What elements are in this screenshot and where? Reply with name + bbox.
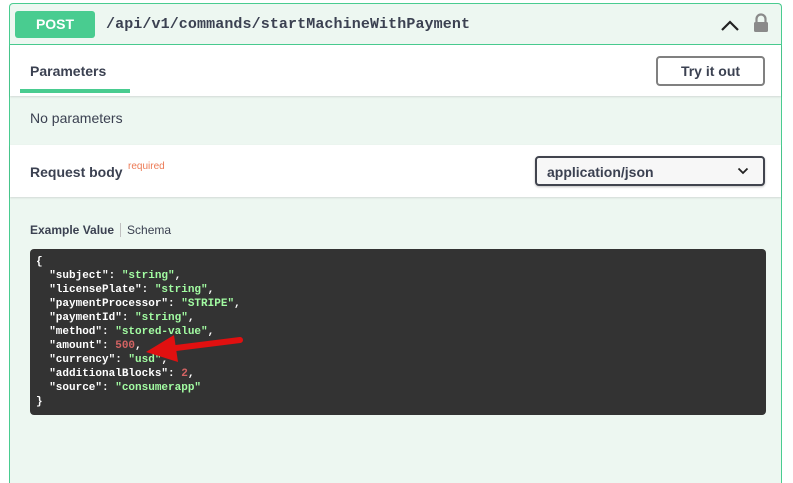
json-value: 500: [115, 340, 136, 352]
code-line: "subject": "string",: [49, 270, 182, 282]
tab-example-value[interactable]: Example Value: [30, 223, 120, 237]
json-key: "paymentId": [49, 312, 122, 324]
json-key: "licensePlate": [49, 284, 142, 296]
json-key: "subject": [49, 270, 109, 282]
json-value: "string": [154, 284, 208, 296]
tab-schema[interactable]: Schema: [121, 223, 171, 237]
code-line: "paymentProcessor": "STRIPE",: [49, 298, 241, 310]
json-key: "source": [49, 382, 103, 394]
json-comma: ,: [234, 298, 241, 310]
content-type-select[interactable]: application/json: [535, 156, 765, 186]
code-line-open: {: [36, 255, 760, 269]
example-tabs: Example Value Schema: [30, 223, 171, 237]
request-body-header: Request body required application/json: [10, 145, 781, 197]
json-value: "string": [135, 312, 188, 324]
close-brace: }: [36, 396, 43, 408]
json-value: "string": [121, 270, 175, 282]
endpoint-path: /api/v1/commands/startMachineWithPayment: [106, 16, 471, 33]
code-line: "source": "consumerapp": [49, 382, 202, 394]
open-brace: {: [36, 256, 43, 268]
active-tab-indicator: [20, 89, 130, 93]
chevron-down-icon: [737, 167, 749, 175]
operation-block: POST /api/v1/commands/startMachineWithPa…: [9, 3, 782, 483]
json-key: "additionalBlocks": [49, 368, 169, 380]
json-comma: ,: [187, 312, 195, 324]
chevron-up-icon[interactable]: [718, 15, 742, 35]
red-arrow-icon: [146, 335, 243, 362]
code-line: "paymentId": "string",: [49, 312, 195, 324]
json-key: "amount": [49, 340, 103, 352]
json-value: 2: [181, 368, 188, 380]
lock-icon[interactable]: [752, 13, 770, 33]
no-parameters-text: No parameters: [30, 110, 123, 126]
json-comma: ,: [187, 368, 195, 380]
json-value: "STRIPE": [181, 298, 235, 310]
parameters-header: Parameters Try it out: [10, 45, 781, 96]
json-value: "consumerapp": [115, 382, 202, 394]
method-badge: POST: [15, 11, 95, 38]
request-body-title: Request body: [30, 164, 123, 180]
required-label: required: [128, 161, 165, 172]
json-key: "method": [49, 326, 103, 338]
json-key: "currency": [49, 354, 116, 366]
json-comma: ,: [174, 270, 182, 282]
code-line-close: }: [36, 395, 760, 409]
json-comma: ,: [207, 284, 215, 296]
try-it-out-button[interactable]: Try it out: [656, 56, 765, 86]
json-key: "paymentProcessor": [49, 298, 169, 310]
code-line: "additionalBlocks": 2,: [49, 368, 195, 380]
code-line: "licensePlate": "string",: [49, 284, 215, 296]
content-type-value: application/json: [547, 164, 654, 180]
operation-summary[interactable]: POST /api/v1/commands/startMachineWithPa…: [10, 4, 781, 45]
tab-parameters[interactable]: Parameters: [30, 63, 106, 79]
